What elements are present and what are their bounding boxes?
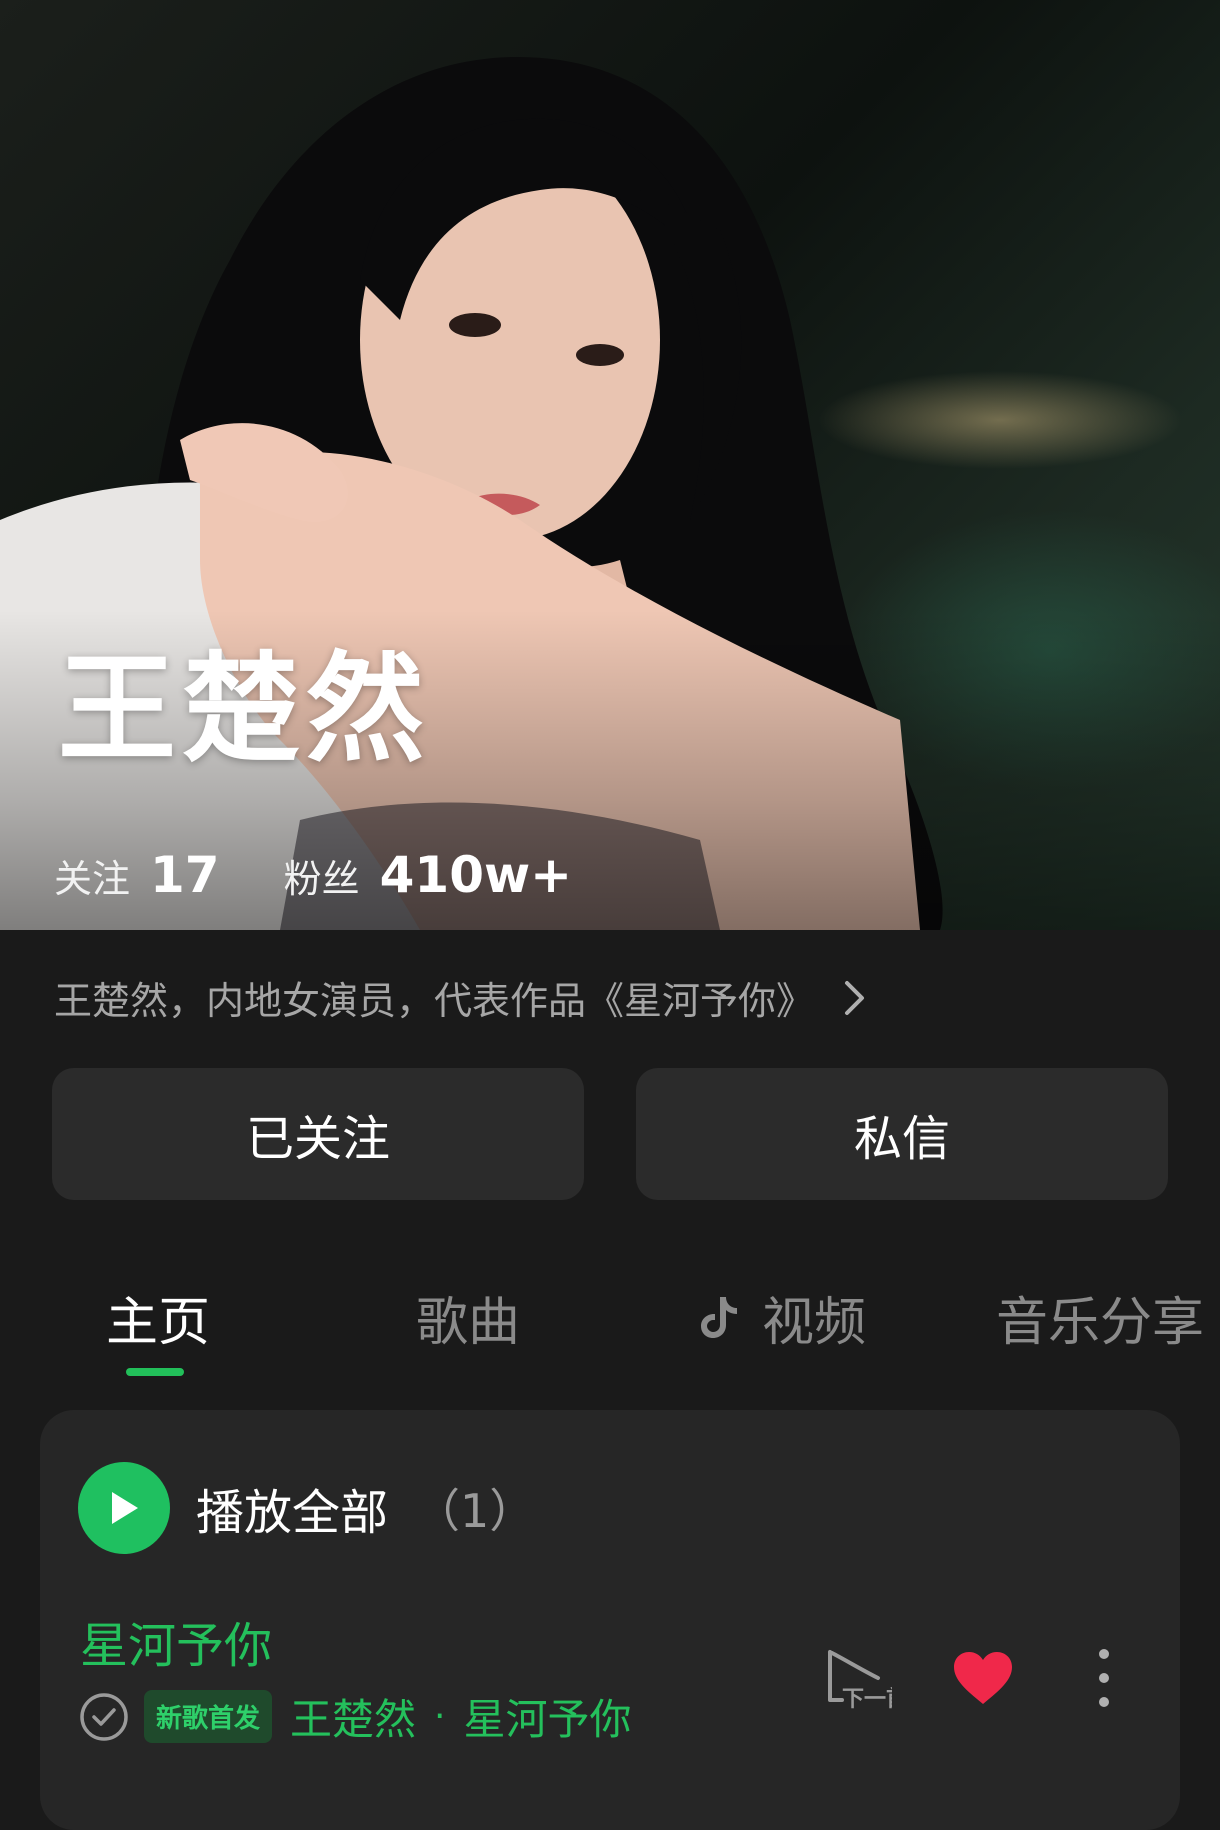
artist-hero: 王楚然 关注 17 粉丝 410w+ (0, 0, 1220, 930)
play-next-text: 下一首 (842, 1686, 892, 1712)
fans-stat[interactable]: 粉丝 410w+ (284, 846, 572, 904)
tab-music-share[interactable]: 音乐分享 (996, 1272, 1204, 1362)
tab-home[interactable]: 主页 (106, 1272, 210, 1362)
song-title: 星河予你 (80, 1618, 273, 1674)
play-next-icon[interactable]: 下一首 (822, 1644, 892, 1714)
bio-text: 王楚然，内地女演员，代表作品《星河予你》 (54, 979, 815, 1023)
check-circle-icon (80, 1692, 128, 1741)
following-count: 17 (150, 846, 220, 904)
play-icon (78, 1462, 170, 1554)
artist-bio[interactable]: 王楚然，内地女演员，代表作品《星河予你》 (54, 970, 1154, 1025)
fans-label: 粉丝 (283, 857, 360, 901)
tab-music-share-label: 音乐分享 (996, 1292, 1205, 1353)
song-album[interactable]: 星河予你 (463, 1686, 631, 1747)
tab-home-label: 主页 (106, 1292, 211, 1353)
chevron-right-icon (845, 980, 865, 1015)
message-button[interactable]: 私信 (636, 1068, 1168, 1200)
song-count: （1） (414, 1484, 536, 1538)
following-stat[interactable]: 关注 17 (54, 846, 220, 904)
play-all-button[interactable]: 播放全部 （1） (78, 1462, 535, 1554)
song-row[interactable]: 星河予你 新歌首发 王楚然 · 星河予你 下一首 (40, 1606, 1180, 1756)
tab-videos-label: 视频 (762, 1292, 867, 1353)
more-vertical-icon[interactable] (1094, 1646, 1114, 1710)
tiktok-icon (701, 1297, 737, 1338)
song-artist[interactable]: 王楚然 (290, 1686, 416, 1747)
song-list-card: 播放全部 （1） 星河予你 新歌首发 王楚然 · 星河予你 下一首 (40, 1410, 1180, 1830)
tab-songs-label: 歌曲 (416, 1292, 521, 1353)
active-tab-indicator (126, 1368, 184, 1376)
followed-button[interactable]: 已关注 (52, 1068, 584, 1200)
meta-separator: · (434, 1696, 446, 1737)
artist-stats: 关注 17 粉丝 410w+ (54, 846, 636, 904)
play-all-label: 播放全部 (196, 1485, 389, 1541)
song-meta: 新歌首发 王楚然 · 星河予你 (78, 1686, 632, 1747)
artist-name: 王楚然 (58, 640, 431, 778)
tab-videos[interactable]: 视频 (698, 1272, 866, 1362)
heart-icon[interactable] (952, 1650, 1014, 1706)
profile-tabs: 主页 歌曲 视频 音乐分享 (0, 1272, 1220, 1382)
tab-songs[interactable]: 歌曲 (416, 1272, 520, 1362)
following-label: 关注 (54, 857, 131, 901)
new-release-badge: 新歌首发 (144, 1690, 273, 1743)
fans-count: 410w+ (379, 846, 573, 904)
